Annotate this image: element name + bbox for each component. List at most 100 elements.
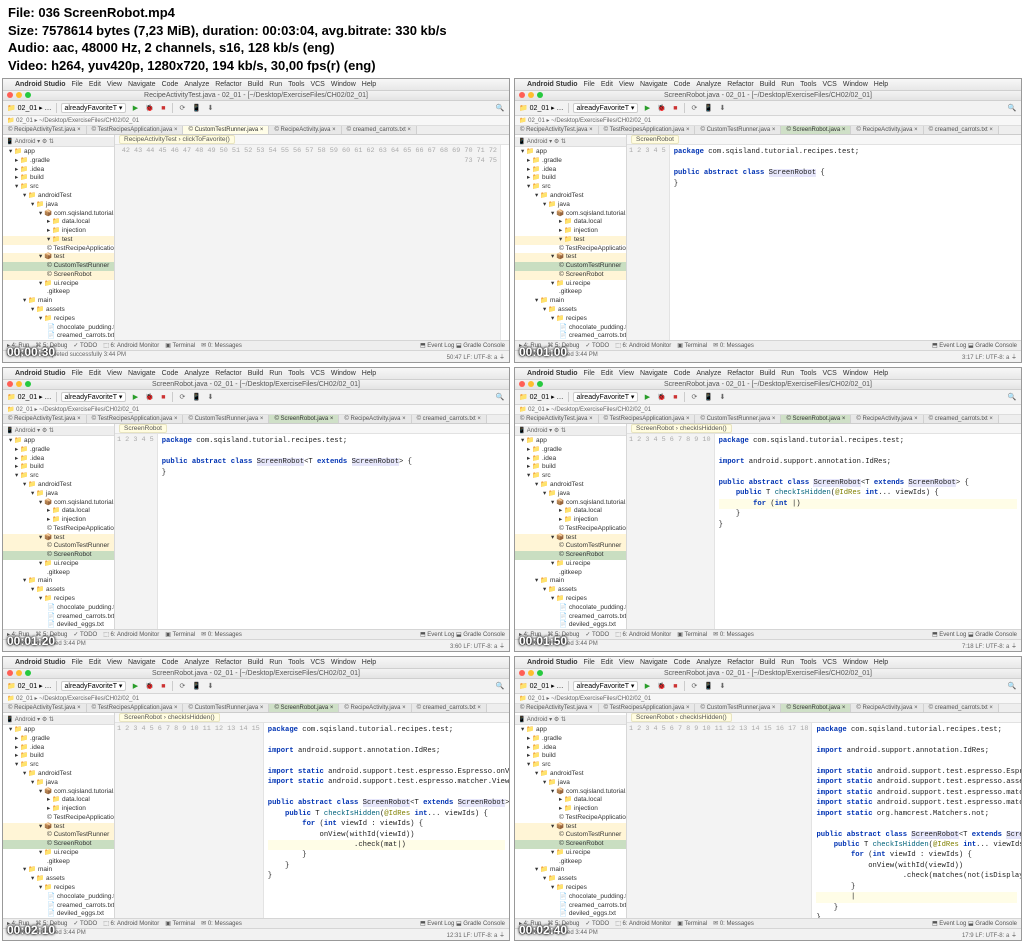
menu-item[interactable]: VCS <box>310 659 324 666</box>
editor-tab[interactable]: © ScreenRobot.java × <box>269 704 339 712</box>
editor-tab[interactable]: © RecipeActivityTest.java × <box>3 704 87 712</box>
tree-node[interactable]: 📄 creamed_carrots.txt <box>515 902 626 911</box>
debug-icon[interactable]: 🐞 <box>144 681 154 691</box>
run-config[interactable]: alreadyFavoriteT ▾ <box>61 103 127 113</box>
menu-item[interactable]: Help <box>362 659 376 666</box>
editor-tab[interactable]: © TestRecipesApplication.java × <box>87 415 184 423</box>
tree-node[interactable]: ▸ 📁 injection <box>515 227 626 236</box>
tree-node[interactable]: ▾ 📁 java <box>3 779 114 788</box>
menu-item[interactable]: Edit <box>89 370 101 377</box>
tree-node[interactable]: ▾ 📦 com.sqisland.tutorial.recipes <box>515 788 626 797</box>
tree-node[interactable]: © ScreenRobot <box>515 551 626 560</box>
nav-path[interactable]: 📁 02_01 ▸ … <box>519 104 564 112</box>
tool-window-tab[interactable]: ✉ 0: Messages <box>201 920 242 927</box>
tree-node[interactable]: © TestRecipeApplication <box>515 525 626 534</box>
tree-node[interactable]: ▾ 📦 com.sqisland.tutorial.recipes <box>3 499 114 508</box>
breadcrumb[interactable]: 📁 02_01 ▸ ~/Desktop/ExerciseFiles/CH02/0… <box>515 694 1021 704</box>
tree-node[interactable]: 📄 chocolate_pudding.txt <box>3 324 114 333</box>
tree-node[interactable]: ▸ 📁 injection <box>515 805 626 814</box>
tree-node[interactable]: © ScreenRobot <box>3 551 114 560</box>
run-config[interactable]: alreadyFavoriteT ▾ <box>573 103 639 113</box>
editor-tab[interactable]: © CustomTestRunner.java × <box>183 704 269 712</box>
tree-node[interactable]: ▾ 📁 src <box>3 761 114 770</box>
minimize-icon[interactable] <box>16 381 22 387</box>
tree-node[interactable]: ▾ 📦 com.sqisland.tutorial.recipes <box>515 499 626 508</box>
search-icon[interactable]: 🔍 <box>1007 103 1017 113</box>
tree-node[interactable]: .gitkeep <box>3 858 114 867</box>
tree-node[interactable]: ▾ 📁 assets <box>3 875 114 884</box>
tool-window-tab[interactable]: ✉ 0: Messages <box>713 631 754 638</box>
menu-item[interactable]: Window <box>331 659 356 666</box>
sidebar-header[interactable]: 📱 Android ▾ ⚙ ⇅ <box>515 137 626 147</box>
editor-tab[interactable]: © ScreenRobot.java × <box>781 126 851 134</box>
menu-item[interactable]: View <box>107 370 122 377</box>
project-sidebar[interactable]: 📱 Android ▾ ⚙ ⇅▾ 📁 app▸ 📁 .gradle▸ 📁 .id… <box>3 135 115 340</box>
sdk-icon[interactable]: ⬇ <box>717 103 727 113</box>
run-config[interactable]: alreadyFavoriteT ▾ <box>61 681 127 691</box>
tree-node[interactable]: ▾ 📁 assets <box>515 306 626 315</box>
menu-item[interactable]: View <box>619 81 634 88</box>
sync-icon[interactable]: ⟳ <box>689 103 699 113</box>
project-sidebar[interactable]: 📱 Android ▾ ⚙ ⇅▾ 📁 app▸ 📁 .gradle▸ 📁 .id… <box>3 713 115 918</box>
editor-tab[interactable]: © ScreenRobot.java × <box>781 415 851 423</box>
tool-window-tab[interactable]: ✓ TODO <box>585 342 609 349</box>
event-log[interactable]: ⬒ Event Log ⬓ Gradle Console <box>420 342 505 349</box>
search-icon[interactable]: 🔍 <box>495 681 505 691</box>
tree-node[interactable]: 📄 creamed_carrots.txt <box>515 332 626 340</box>
editor-tab[interactable]: © RecipeActivityTest.java × <box>3 415 87 423</box>
tool-window-tab[interactable]: ▣ Terminal <box>165 631 195 638</box>
tree-node[interactable]: 📄 deviled_eggs.txt <box>3 910 114 918</box>
menu-item[interactable]: Run <box>781 81 794 88</box>
menu-item[interactable]: Build <box>760 659 776 666</box>
tree-node[interactable]: ▾ 📁 androidTest <box>3 481 114 490</box>
tree-node[interactable]: ▾ 📦 com.sqisland.tutorial.recipes <box>515 210 626 219</box>
tree-node[interactable]: ▸ 📁 .idea <box>3 744 114 753</box>
search-icon[interactable]: 🔍 <box>1007 681 1017 691</box>
debug-icon[interactable]: 🐞 <box>656 681 666 691</box>
tree-node[interactable]: ▾ 📁 ui.recipe <box>515 560 626 569</box>
sidebar-header[interactable]: 📱 Android ▾ ⚙ ⇅ <box>515 426 626 436</box>
tool-window-tab[interactable]: ✉ 0: Messages <box>201 342 242 349</box>
project-sidebar[interactable]: 📱 Android ▾ ⚙ ⇅▾ 📁 app▸ 📁 .gradle▸ 📁 .id… <box>515 424 627 629</box>
tree-node[interactable]: ▾ 📁 androidTest <box>3 192 114 201</box>
tree-node[interactable]: ▾ 📁 recipes <box>515 884 626 893</box>
code-content[interactable]: package com.sqisland.tutorial.recipes.te… <box>715 434 1021 629</box>
tree-node[interactable]: ▾ 📦 test <box>515 253 626 262</box>
event-log[interactable]: ⬒ Event Log ⬓ Gradle Console <box>932 342 1017 349</box>
menu-item[interactable]: Code <box>674 81 691 88</box>
editor-tab[interactable]: © RecipeActivity.java × <box>851 415 923 423</box>
editor-tab[interactable]: © CustomTestRunner.java × <box>695 126 781 134</box>
menu-item[interactable]: Code <box>162 370 179 377</box>
menu-item[interactable]: VCS <box>822 370 836 377</box>
tree-node[interactable]: 📄 chocolate_pudding.txt <box>515 893 626 902</box>
menu-item[interactable]: Code <box>162 81 179 88</box>
sync-icon[interactable]: ⟳ <box>177 103 187 113</box>
editor-tab[interactable]: © TestRecipesApplication.java × <box>87 704 184 712</box>
editor-tab[interactable]: © RecipeActivity.java × <box>339 704 411 712</box>
menu-item[interactable]: Edit <box>89 81 101 88</box>
sdk-icon[interactable]: ⬇ <box>717 392 727 402</box>
menu-item[interactable]: Refactor <box>727 81 753 88</box>
sdk-icon[interactable]: ⬇ <box>205 392 215 402</box>
nav-path[interactable]: 📁 02_01 ▸ … <box>519 393 564 401</box>
menu-item[interactable]: File <box>72 659 83 666</box>
menu-item[interactable]: Run <box>781 659 794 666</box>
tool-window-tab[interactable]: ▣ Terminal <box>677 342 707 349</box>
tree-node[interactable]: 📄 chocolate_pudding.txt <box>515 324 626 333</box>
menu-item[interactable]: Navigate <box>128 370 156 377</box>
run-icon[interactable]: ▶ <box>130 103 140 113</box>
run-icon[interactable]: ▶ <box>642 392 652 402</box>
tree-node[interactable]: ▾ 📁 src <box>515 472 626 481</box>
close-icon[interactable] <box>7 670 13 676</box>
tree-node[interactable]: ▾ 📁 java <box>515 201 626 210</box>
sdk-icon[interactable]: ⬇ <box>205 681 215 691</box>
menu-item[interactable]: Navigate <box>128 659 156 666</box>
editor-tab[interactable]: © creamed_carrots.txt × <box>924 415 999 423</box>
tree-node[interactable]: 📄 creamed_carrots.txt <box>3 332 114 340</box>
menu-item[interactable]: File <box>72 370 83 377</box>
editor-tab[interactable]: © RecipeActivityTest.java × <box>515 704 599 712</box>
tree-node[interactable]: 📄 chocolate_pudding.txt <box>3 604 114 613</box>
sync-icon[interactable]: ⟳ <box>177 392 187 402</box>
minimize-icon[interactable] <box>528 92 534 98</box>
tree-node[interactable]: ▾ 📁 src <box>515 183 626 192</box>
